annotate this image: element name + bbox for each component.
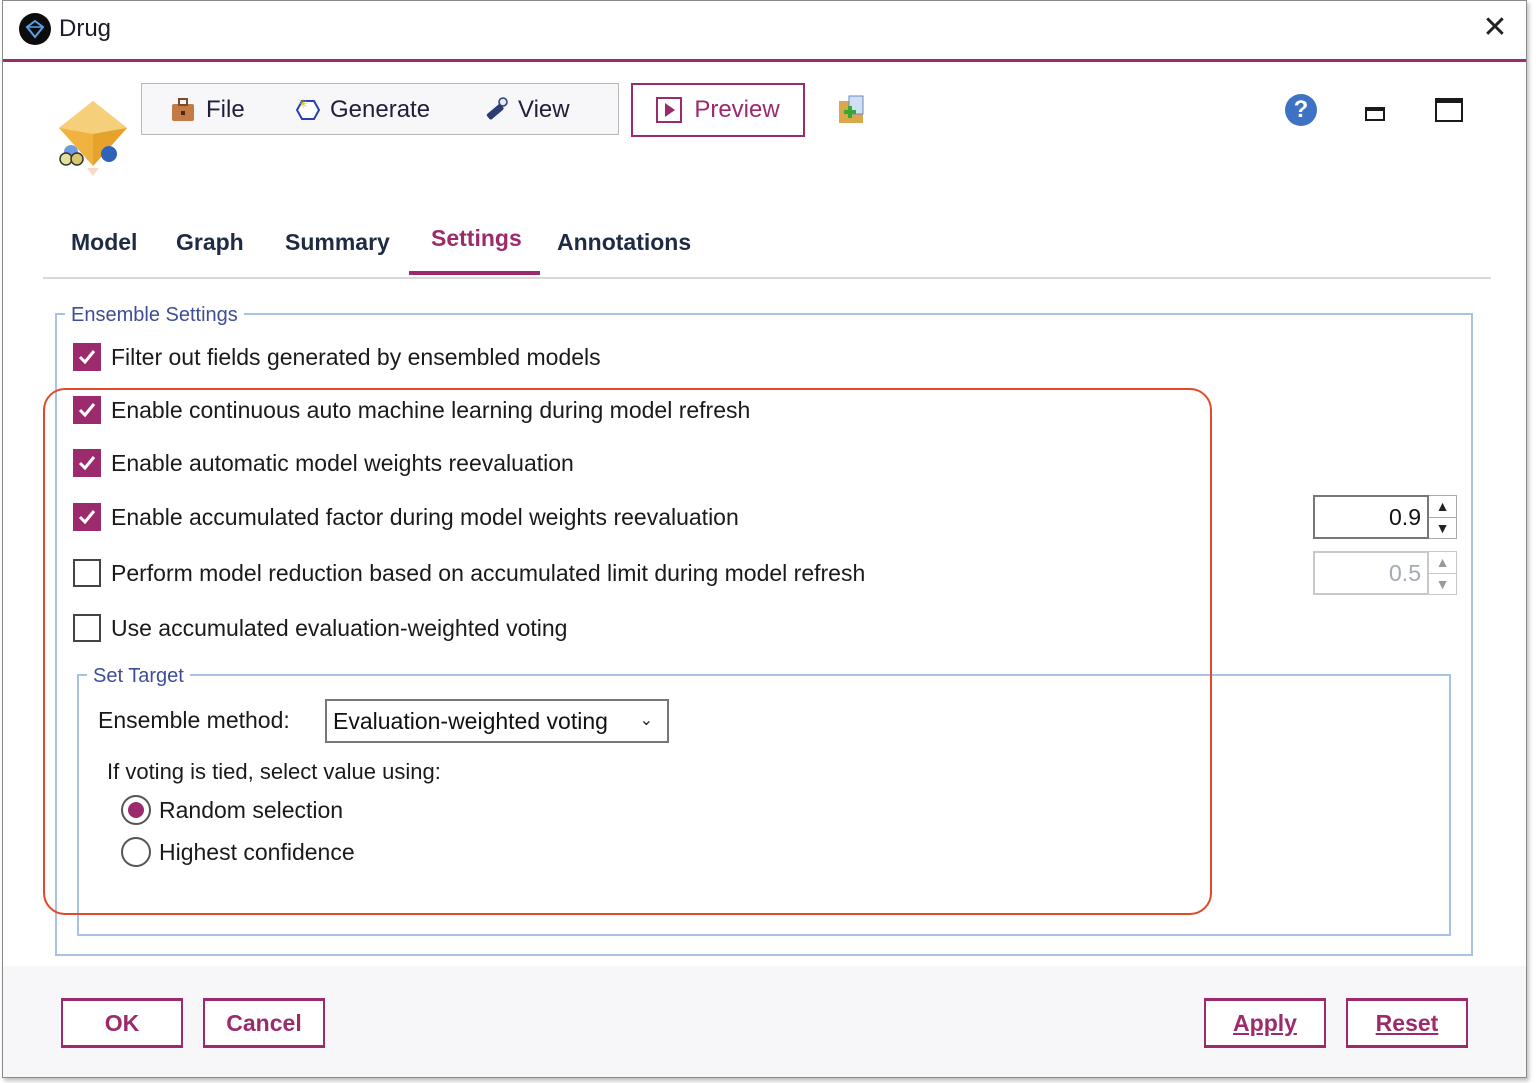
set-target-legend: Set Target [87,665,190,688]
tab-annotations[interactable]: Annotations [557,229,691,277]
radio-label: Random selection [159,796,344,823]
checkbox-label: Perform model reduction based on accumul… [111,559,866,586]
continuous-automl-checkbox[interactable]: Enable continuous auto machine learning … [73,396,750,424]
checkbox-label: Enable accumulated factor during model w… [111,503,739,530]
checkbox-label: Enable continuous auto machine learning … [111,396,751,423]
radio-unselected-icon [121,837,151,867]
checkbox-checked-icon [73,343,101,371]
view-label: View [518,96,570,123]
menu-toolbar: File ✳ Generate View [141,83,619,135]
sparkle-hexagon-icon: ✳ [292,95,322,125]
model-nugget-icon [53,96,133,181]
chevron-down-icon: ⌄ [639,712,653,729]
checkbox-checked-icon [73,449,101,477]
briefcase-icon [168,95,198,125]
close-icon[interactable]: ✕ [1478,11,1512,45]
apply-button[interactable]: Apply [1204,998,1326,1048]
ok-button[interactable]: OK [61,998,183,1048]
ensemble-method-label: Ensemble method: [98,707,290,733]
diamond-app-icon [19,13,51,45]
play-icon [656,97,683,123]
tie-break-label: If voting is tied, select value using: [107,759,441,784]
spinner-up-icon: ▲ [1435,554,1450,571]
view-menu-button[interactable]: View [480,94,570,126]
generate-menu-button[interactable]: ✳ Generate [292,94,430,126]
spinner-up-icon[interactable]: ▲ [1429,496,1456,517]
tab-settings[interactable]: Settings [409,225,540,275]
spinner-down-icon[interactable]: ▼ [1429,516,1456,539]
highest-confidence-radio[interactable]: Highest confidence [121,837,355,867]
tab-bar: Model Graph Summary Settings Annotations [43,219,1491,279]
accumulated-limit-spinner: 0.5 ▲ ▼ [1313,551,1457,595]
help-icon[interactable]: ? [1285,94,1317,126]
maximize-icon[interactable] [1435,98,1463,122]
ensemble-method-value: Evaluation-weighted voting [333,708,608,734]
checkbox-label: Enable automatic model weights reevaluat… [111,449,574,476]
preview-label: Preview [694,96,780,123]
file-label: File [206,96,245,123]
accumulated-factor-checkbox[interactable]: Enable accumulated factor during model w… [73,503,739,531]
tab-graph[interactable]: Graph [176,229,244,277]
window-title: Drug [59,15,112,42]
tab-model[interactable]: Model [71,229,137,277]
accumulated-limit-input: 0.5 [1313,551,1429,595]
flashlight-icon [480,95,510,125]
generate-label: Generate [330,96,431,123]
cancel-button[interactable]: Cancel [203,998,325,1048]
radio-selected-icon [121,795,151,825]
radio-label: Highest confidence [159,838,355,865]
checkbox-checked-icon [73,396,101,424]
tab-summary[interactable]: Summary [285,229,390,277]
title-divider [3,59,1526,62]
accumulated-voting-checkbox[interactable]: Use accumulated evaluation-weighted voti… [73,614,567,642]
file-menu-button[interactable]: File [168,94,245,126]
accumulated-factor-spinner[interactable]: 0.9 ▲ ▼ [1313,495,1457,539]
minimize-icon[interactable] [1365,107,1385,121]
filter-fields-checkbox[interactable]: Filter out fields generated by ensembled… [73,343,601,371]
add-to-project-icon[interactable] [835,93,869,127]
svg-text:✳: ✳ [298,97,308,111]
auto-weights-reevaluation-checkbox[interactable]: Enable automatic model weights reevaluat… [73,449,574,477]
reset-button[interactable]: Reset [1346,998,1468,1048]
checkbox-checked-icon [73,503,101,531]
spinner-down-icon: ▼ [1429,572,1456,595]
checkbox-unchecked-icon [73,614,101,642]
checkbox-unchecked-icon [73,559,101,587]
model-reduction-checkbox[interactable]: Perform model reduction based on accumul… [73,559,865,587]
dialog-window: Drug ✕ File ✳ Generate View Preview ? Mo… [2,0,1527,1078]
random-selection-radio[interactable]: Random selection [121,795,343,825]
checkbox-label: Filter out fields generated by ensembled… [111,343,601,370]
checkbox-label: Use accumulated evaluation-weighted voti… [111,614,568,641]
ensemble-method-dropdown[interactable]: Evaluation-weighted voting ⌄ [325,699,669,743]
accumulated-factor-input[interactable]: 0.9 [1313,495,1429,539]
title-bar: Drug ✕ [3,1,1526,61]
preview-button[interactable]: Preview [631,83,805,137]
ensemble-settings-legend: Ensemble Settings [65,304,244,327]
